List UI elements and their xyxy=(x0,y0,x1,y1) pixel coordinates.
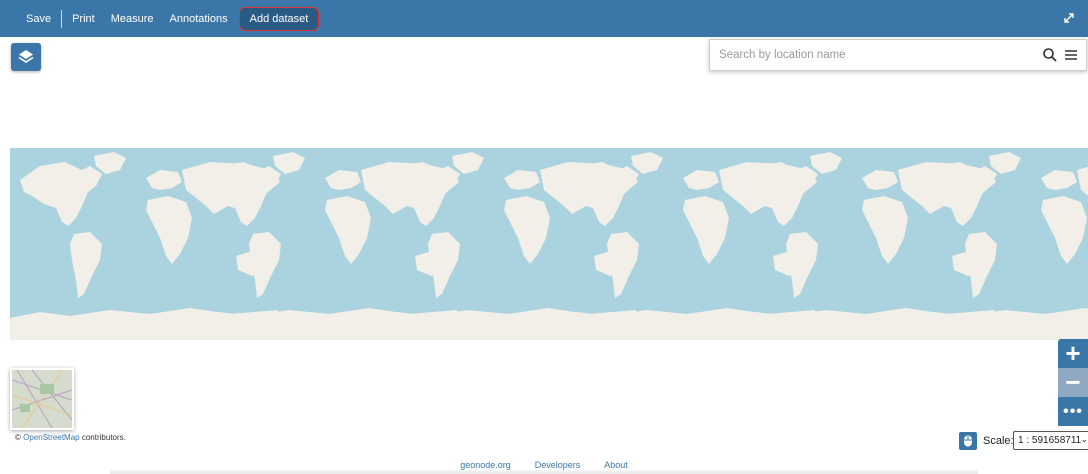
print-button[interactable]: Print xyxy=(64,8,103,30)
scale-dropdown[interactable]: 1 : 591658711 ⌄ xyxy=(1013,431,1088,450)
annotations-button[interactable]: Annotations xyxy=(162,8,236,30)
footer-divider xyxy=(110,470,978,474)
world-map-tiles[interactable] xyxy=(10,148,1088,340)
mouse-position-button[interactable] xyxy=(959,432,977,450)
measure-button[interactable]: Measure xyxy=(103,8,162,30)
attribution-suffix: contributors. xyxy=(81,433,126,442)
more-tools-button[interactable]: ••• xyxy=(1058,397,1088,426)
zoom-controls: + − ••• xyxy=(1058,338,1088,426)
save-button[interactable]: Save xyxy=(0,8,59,30)
layers-icon xyxy=(18,50,34,63)
search-input[interactable] xyxy=(710,41,1042,69)
copyright-symbol: © xyxy=(15,433,21,442)
mouse-icon xyxy=(964,435,972,447)
zoom-in-button[interactable]: + xyxy=(1058,338,1088,368)
expand-icon[interactable] xyxy=(1062,11,1076,25)
openstreetmap-link[interactable]: OpenStreetMap xyxy=(23,433,79,442)
location-search xyxy=(709,39,1087,71)
zoom-out-button[interactable]: − xyxy=(1058,367,1088,397)
footer-link-developers[interactable]: Developers xyxy=(535,460,581,470)
footer-link-geonode[interactable]: geonode.org xyxy=(460,460,511,470)
map-thumbnail-image xyxy=(12,370,72,428)
chevron-down-icon: ⌄ xyxy=(1080,434,1088,444)
search-icon[interactable] xyxy=(1042,47,1058,63)
footer-link-about[interactable]: About xyxy=(604,460,628,470)
scale-label: Scale: xyxy=(983,435,1014,447)
background-selector-thumbnail[interactable] xyxy=(10,368,74,430)
toolbar-divider xyxy=(61,9,63,28)
map-viewport[interactable] xyxy=(0,37,1088,431)
add-dataset-button[interactable]: Add dataset xyxy=(238,6,320,31)
map-attribution: © OpenStreetMap contributors. xyxy=(15,433,126,442)
layers-button[interactable] xyxy=(11,43,41,71)
scale-value: 1 : 591658711 xyxy=(1018,435,1082,446)
menu-icon[interactable] xyxy=(1064,48,1078,62)
top-toolbar: Save Print Measure Annotations Add datas… xyxy=(0,0,1088,37)
